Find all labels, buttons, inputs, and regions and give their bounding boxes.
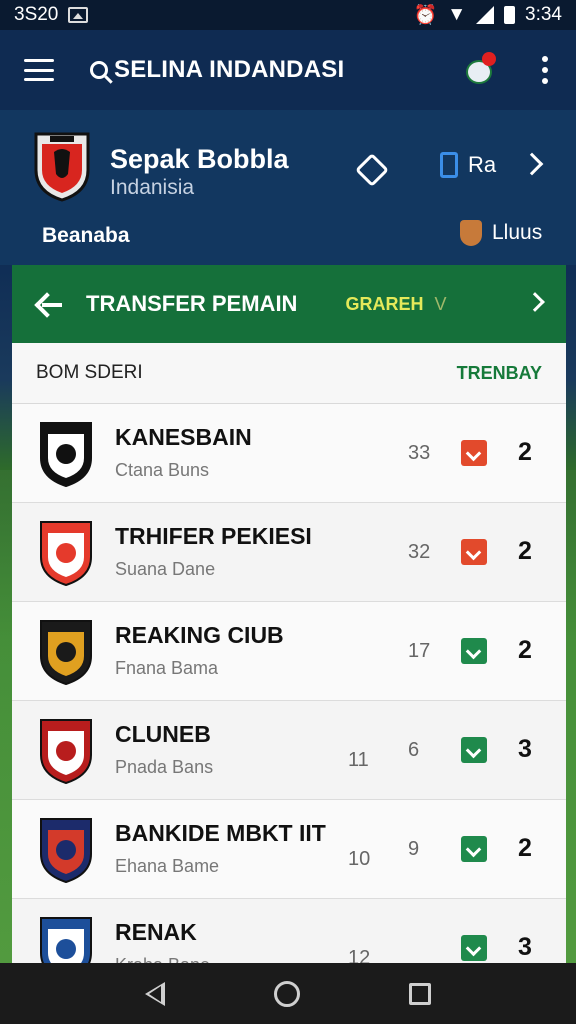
more-vert-icon[interactable]	[538, 52, 552, 88]
club-name: KANESBAIN	[115, 424, 252, 450]
trend-badge-icon	[461, 539, 487, 565]
trend-badge-icon	[461, 935, 487, 961]
menu-icon[interactable]	[24, 59, 54, 81]
club-crest-icon	[40, 521, 92, 587]
score-value: 2	[518, 834, 532, 862]
clubs-label: Lluus	[492, 221, 543, 244]
list-item[interactable]: RENAK Kraha Bane 12 3	[12, 899, 566, 963]
stat-value-2: 17	[408, 640, 431, 662]
club-subtitle: Ehana Bame	[115, 856, 220, 876]
score-value: 3	[518, 735, 532, 763]
back-arrow-icon[interactable]	[32, 284, 72, 324]
shield-icon	[460, 220, 482, 246]
tab-transfer[interactable]: TRANSFER PEMAIN	[29, 285, 308, 346]
list-item[interactable]: TRHIFER PEKIESI Suana Dane 32 2	[12, 503, 566, 602]
chevron-right-icon[interactable]	[525, 292, 545, 312]
club-name: CLUNEB	[115, 721, 211, 747]
transfer-list: BOM SDERI TRENBAY KANESBAIN Ctana Buns 33 2…	[12, 343, 566, 963]
stat-value-1: 12	[348, 947, 371, 963]
league-header: Sepak Bobbla Indanisia Ra Beanaba Lluus	[0, 110, 576, 265]
nav-back-icon[interactable]	[144, 981, 165, 1006]
trend-badge-icon	[461, 440, 487, 466]
stat-value-2: 6	[408, 739, 420, 761]
tab-grafik-label: GRAREH	[345, 293, 424, 314]
trend-badge-icon	[461, 638, 487, 664]
search-text: SELINA INDANDASI	[114, 56, 345, 83]
chevron-right-icon[interactable]	[520, 152, 544, 176]
tab-grafik[interactable]: GRAREH V	[345, 294, 446, 315]
language-label: Ra	[468, 152, 497, 177]
stat-value-2: 32	[408, 541, 431, 563]
language-icon	[440, 152, 458, 178]
club-crest-icon	[40, 917, 92, 963]
alarm-icon: ⏰	[413, 5, 438, 26]
status-right: ⏰ ▼ 3:34	[414, 3, 562, 27]
globe-icon[interactable]	[462, 52, 498, 88]
list-header-right[interactable]: TRENBAY	[457, 363, 542, 384]
language-button[interactable]: Ra	[440, 152, 496, 178]
stat-value-2: 33	[408, 442, 431, 464]
club-subtitle: Pnada Bans	[115, 757, 214, 777]
club-crest-icon	[40, 422, 92, 488]
stat-value-2: 9	[408, 838, 420, 860]
score-value: 2	[518, 537, 532, 565]
club-name: BANKIDE MBKT IIT	[115, 820, 326, 846]
club-subtitle: Suana Dane	[115, 559, 216, 579]
league-crest-icon	[34, 132, 90, 202]
league-title: Sepak Bobbla	[110, 144, 289, 174]
clubs-button[interactable]: Lluus	[460, 220, 542, 246]
stat-value-1: 10	[348, 848, 371, 870]
club-subtitle: Kraha Bane	[115, 955, 210, 963]
list-item[interactable]: BANKIDE MBKT IIT Ehana Bame 10 9 2	[12, 800, 566, 899]
trend-badge-icon	[461, 836, 487, 862]
trend-badge-icon	[461, 737, 487, 763]
wifi-icon: ▼	[447, 4, 467, 25]
battery-icon	[504, 6, 516, 24]
search-icon	[90, 61, 108, 79]
tab-bar: TRANSFER PEMAIN GRAREH V	[12, 265, 566, 346]
league-subtitle: Indanisia	[110, 176, 195, 199]
image-icon	[68, 7, 89, 23]
score-value: 2	[518, 636, 532, 664]
score-value: 2	[518, 438, 532, 466]
list-item[interactable]: KANESBAIN Ctana Buns 33 2	[12, 404, 566, 503]
club-crest-icon	[40, 719, 92, 785]
club-subtitle: Fnana Bama	[115, 658, 219, 678]
tab-grafik-suffix: V	[434, 293, 447, 314]
club-name: TRHIFER PEKIESI	[115, 523, 312, 549]
club-crest-icon	[40, 818, 92, 884]
app-bar: SELINA INDANDASI	[0, 30, 576, 110]
club-name: RENAK	[115, 919, 197, 945]
list-header-left: BOM SDERI	[36, 362, 143, 383]
nav-recent-icon[interactable]	[409, 982, 432, 1005]
season-label: Beanaba	[42, 224, 130, 247]
search-bar[interactable]: SELINA INDANDASI	[90, 56, 462, 84]
status-bar: 3S20 ⏰ ▼ 3:34	[0, 0, 576, 30]
club-subtitle: Ctana Buns	[115, 460, 210, 480]
status-time-left: 3S20	[14, 4, 59, 25]
score-value: 3	[518, 933, 532, 961]
nav-bar	[0, 963, 576, 1024]
club-name: REAKING CIUB	[115, 622, 284, 648]
status-left: 3S20	[14, 4, 89, 26]
stat-value-1: 11	[348, 749, 369, 771]
club-crest-icon	[40, 620, 92, 686]
list-item[interactable]: CLUNEB Pnada Bans 11 6 3	[12, 701, 566, 800]
signal-icon	[476, 6, 495, 24]
nav-home-icon[interactable]	[273, 980, 300, 1007]
share-icon[interactable]	[352, 150, 390, 188]
status-time-right: 3:34	[525, 4, 562, 25]
list-header: BOM SDERI TRENBAY	[12, 343, 566, 404]
list-rows: KANESBAIN Ctana Buns 33 2 TRHIFER PEKIESI Sua…	[12, 404, 566, 963]
list-item[interactable]: REAKING CIUB Fnana Bama 17 2	[12, 602, 566, 701]
